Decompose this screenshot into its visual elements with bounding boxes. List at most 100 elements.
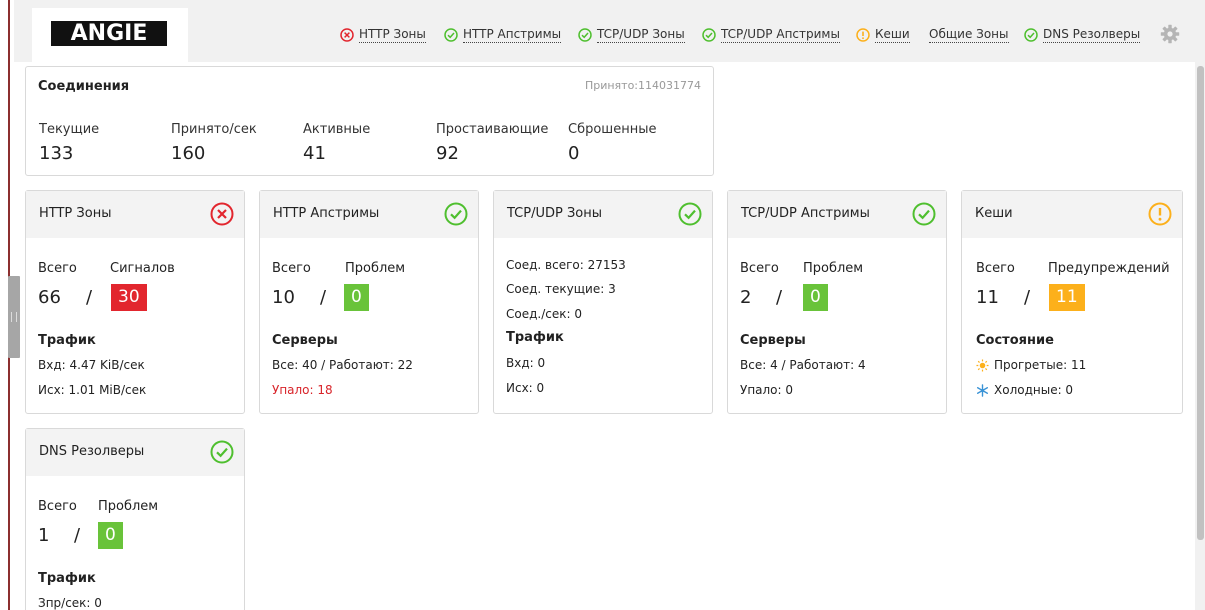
stat-active: Активные 41	[303, 122, 370, 164]
nav-label: DNS Резолверы	[1043, 27, 1141, 43]
nav-label: HTTP Зоны	[359, 27, 426, 43]
logo-area[interactable]: ANGIE	[32, 8, 188, 62]
section-title: Трафик	[38, 571, 96, 586]
connections-title: Соединения	[38, 79, 130, 94]
scrollbar-thumb[interactable]	[1197, 66, 1204, 540]
card-dns-resolvers[interactable]: DNS Резолверы Всего Проблем 1 / 0 Трафик…	[25, 428, 245, 610]
nav-tcp-udp-zones[interactable]: TCP/UDP Зоны	[578, 24, 685, 46]
stat-value: 0	[568, 143, 580, 164]
nav-label: Общие Зоны	[929, 27, 1009, 43]
status-ok	[678, 202, 702, 230]
stat-label: Текущие	[39, 122, 100, 137]
check-icon	[1024, 28, 1038, 42]
status-ok	[444, 202, 468, 230]
cache-warm: Прогретые: 11	[976, 358, 1086, 372]
stat-dropped: Сброшенные 0	[568, 122, 656, 164]
nav-label: TCP/UDP Зоны	[597, 27, 685, 43]
status-ok	[210, 440, 234, 468]
sun-icon	[976, 358, 989, 372]
section-title: Серверы	[272, 333, 338, 348]
conn-total: Соед. всего: 27153	[506, 258, 626, 272]
nav-label: Кеши	[875, 27, 910, 43]
stat-value: 133	[39, 143, 74, 164]
cache-warm-text: Прогретые: 11	[994, 358, 1087, 372]
alerts-badge: 30	[111, 284, 147, 311]
stat-idle: Простаивающие 92	[436, 122, 548, 164]
section-title: Трафик	[38, 333, 96, 348]
total-value: 2	[740, 287, 752, 308]
servers-summary: Все: 4 / Работают: 4	[740, 358, 866, 372]
stat-value: 160	[171, 143, 206, 164]
total-value: 11	[976, 287, 999, 308]
total-value: 10	[272, 287, 295, 308]
problems-label: Проблем	[98, 499, 159, 514]
gear-icon	[1160, 24, 1180, 44]
stat-label: Простаивающие	[436, 122, 549, 137]
nav-caches[interactable]: Кеши	[856, 24, 910, 46]
card-caches[interactable]: Кеши Всего Предупреждений 11 / 11 Состоя…	[961, 190, 1183, 414]
problems-label: Проблем	[345, 261, 406, 276]
check-icon	[210, 440, 234, 464]
nav-label: HTTP Апстримы	[463, 27, 562, 43]
problems-badge: 0	[98, 522, 123, 549]
traffic-in: Вхд: 4.47 KiB/сек	[38, 358, 145, 372]
card-title: Кеши	[975, 206, 1013, 221]
total-label: Всего	[38, 261, 77, 276]
accepted-total: Принято:114031774	[584, 79, 701, 92]
nav-dns-resolvers[interactable]: DNS Резолверы	[1024, 24, 1141, 46]
nav-http-zones[interactable]: HTTP Зоны	[340, 24, 426, 46]
card-title: DNS Резолверы	[39, 444, 145, 459]
status-error	[210, 202, 234, 230]
requests-per-sec: Зпр/сек: 0	[38, 596, 102, 610]
angie-logo: ANGIE	[51, 21, 167, 46]
warning-icon	[856, 28, 870, 42]
check-icon	[678, 202, 702, 226]
problems-label: Проблем	[803, 261, 864, 276]
nav-http-upstreams[interactable]: HTTP Апстримы	[444, 24, 562, 46]
check-icon	[578, 28, 592, 42]
traffic-in: Вхд: 0	[506, 356, 546, 370]
total-label: Всего	[38, 499, 77, 514]
separator: /	[1024, 287, 1031, 308]
card-title: TCP/UDP Апстримы	[741, 206, 870, 221]
separator: /	[86, 287, 93, 308]
total-label: Всего	[976, 261, 1015, 276]
servers-summary: Все: 40 / Работают: 22	[272, 358, 413, 372]
card-title: HTTP Апстримы	[273, 206, 380, 221]
alerts-label: Сигналов	[110, 261, 175, 276]
snowflake-icon	[976, 383, 989, 397]
card-title: TCP/UDP Зоны	[507, 206, 603, 221]
status-ok	[912, 202, 936, 230]
total-label: Всего	[740, 261, 779, 276]
check-icon	[702, 28, 716, 42]
total-value: 66	[38, 287, 61, 308]
nav-shared-zones[interactable]: Общие Зоны	[929, 24, 1009, 46]
check-icon	[912, 202, 936, 226]
stat-value: 41	[303, 143, 326, 164]
stat-current: Текущие 133	[39, 122, 99, 164]
side-panel-handle[interactable]	[8, 276, 20, 358]
section-title: Трафик	[506, 330, 564, 345]
problems-badge: 0	[344, 284, 369, 311]
settings-button[interactable]	[1160, 24, 1180, 48]
card-http-upstreams[interactable]: HTTP Апстримы Всего Проблем 10 / 0 Серве…	[259, 190, 479, 414]
servers-down: Упало: 0	[740, 383, 794, 397]
stat-value: 92	[436, 143, 459, 164]
section-title: Состояние	[976, 333, 1054, 348]
stat-accepted-per-sec: Принято/сек 160	[171, 122, 257, 164]
stat-label: Сброшенные	[568, 122, 657, 137]
error-icon	[210, 202, 234, 226]
conn-current: Соед. текущие: 3	[506, 282, 616, 296]
nav-tcp-udp-upstreams[interactable]: TCP/UDP Апстримы	[702, 24, 840, 46]
card-tcp-udp-zones[interactable]: TCP/UDP Зоны Соед. всего: 27153 Соед. те…	[493, 190, 713, 414]
separator: /	[320, 287, 327, 308]
warnings-label: Предупреждений	[1048, 261, 1170, 276]
separator: /	[776, 287, 783, 308]
cache-cold: Холодные: 0	[976, 383, 1073, 397]
error-icon	[340, 28, 354, 42]
total-label: Всего	[272, 261, 311, 276]
card-tcp-udp-upstreams[interactable]: TCP/UDP Апстримы Всего Проблем 2 / 0 Сер…	[727, 190, 947, 414]
connections-panel: Соединения Принято:114031774 Текущие 133…	[25, 66, 714, 176]
card-http-zones[interactable]: HTTP Зоны Всего Сигналов 66 / 30 Трафик …	[25, 190, 245, 414]
nav-label: TCP/UDP Апстримы	[721, 27, 840, 43]
